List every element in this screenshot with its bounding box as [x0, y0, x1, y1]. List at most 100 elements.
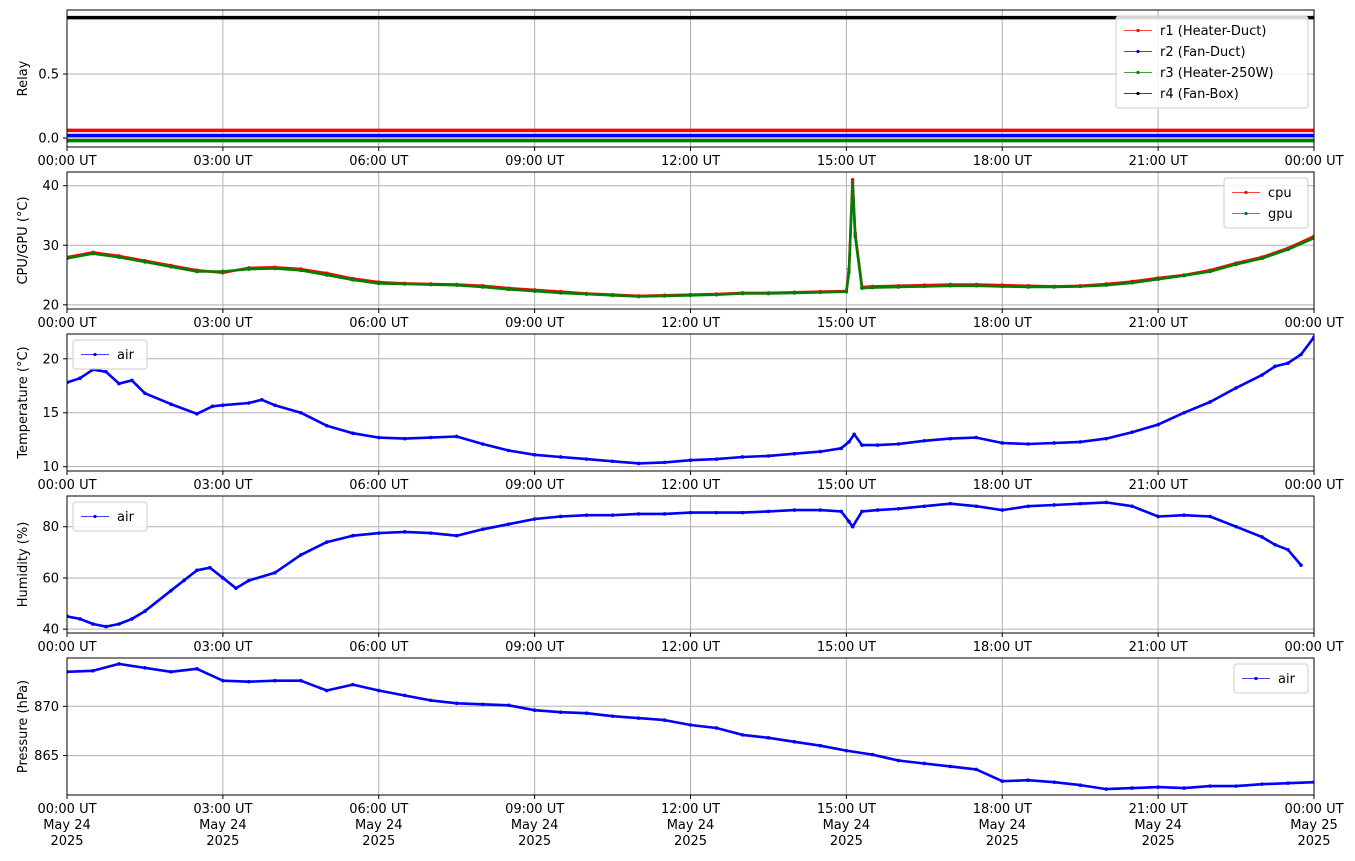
legend-cpu-gpu: cpu gpu: [1223, 177, 1309, 229]
data-point-temperature-0-48: [1104, 436, 1108, 441]
data-point-temperature-0-4: [117, 381, 121, 386]
data-point-pressure-0-16: [480, 702, 485, 707]
data-point-temperature-0-33: [792, 451, 797, 456]
xtick-date-5: May 24: [823, 818, 871, 833]
data-point-cpu-gpu-1-14: [428, 282, 433, 287]
data-point-humidity-0-57: [1286, 547, 1290, 552]
legend-label-temperature-0: air: [117, 348, 135, 363]
data-point-temperature-0-52: [1208, 400, 1212, 404]
data-point-temperature-0-34: [818, 449, 823, 454]
data-point-humidity-0-38: [850, 524, 855, 529]
data-point-pressure-0-41: [1130, 786, 1134, 790]
xtick-label-cpu-gpu-8: 00:00 UT: [1284, 316, 1343, 331]
data-point-humidity-0-46: [1026, 504, 1031, 509]
data-point-temperature-0-47: [1078, 440, 1082, 444]
data-point-cpu-gpu-1-13: [402, 282, 407, 286]
xtick-label-relay-5: 15:00 UT: [817, 154, 876, 169]
legend-pressure: air: [1233, 663, 1309, 694]
data-point-humidity-0-51: [1156, 514, 1160, 519]
ytick-label-cpu-gpu-2: 40: [42, 179, 59, 194]
data-point-humidity-0-2: [91, 622, 95, 626]
legend-label-relay-2: r3 (Heater-250W): [1160, 66, 1274, 81]
data-point-temperature-0-36: [847, 440, 851, 444]
xtick-label-humidity-1: 03:00 UT: [193, 640, 252, 655]
ytick-label-temperature-1: 15: [42, 406, 59, 421]
data-point-temperature-0-11: [247, 401, 251, 405]
xtick-date-3: May 24: [511, 818, 559, 833]
data-point-temperature-0-55: [1273, 364, 1277, 369]
data-point-humidity-0-41: [896, 507, 901, 511]
data-point-cpu-gpu-1-39: [974, 283, 979, 288]
xtick-label-pressure-1: 03:00 UT: [193, 802, 252, 817]
data-point-cpu-gpu-1-7: [247, 267, 251, 271]
data-point-cpu-gpu-1-12: [376, 281, 381, 286]
xtick-label-pressure-2: 06:00 UT: [349, 802, 408, 817]
data-point-cpu-gpu-1-37: [922, 284, 927, 289]
xtick-year-2: 2025: [362, 834, 395, 849]
data-point-humidity-0-48: [1078, 501, 1082, 506]
ylabel-temperature: Temperature (°C): [16, 346, 31, 459]
data-point-cpu-gpu-1-22: [636, 294, 641, 299]
xtick-label-temperature-0: 00:00 UT: [37, 478, 96, 493]
xtick-label-relay-6: 18:00 UT: [973, 154, 1032, 169]
data-point-cpu-gpu-1-20: [584, 292, 589, 296]
ytick-label-temperature-2: 20: [42, 352, 59, 367]
data-point-pressure-0-38: [1052, 780, 1057, 784]
data-point-humidity-0-12: [234, 586, 238, 590]
data-point-humidity-0-53: [1208, 514, 1212, 519]
data-point-pressure-0-43: [1182, 786, 1186, 790]
data-point-cpu-gpu-1-38: [948, 283, 953, 288]
ytick-label-relay-0: 0.0: [38, 132, 59, 147]
data-point-cpu-gpu-1-47: [1182, 273, 1186, 278]
legend-label-relay-3: r4 (Fan-Box): [1160, 87, 1239, 102]
data-point-temperature-0-15: [324, 423, 329, 428]
data-point-humidity-0-24: [532, 517, 537, 521]
legend-marker-cpu-gpu-0: [1244, 190, 1248, 195]
data-point-pressure-0-25: [714, 726, 719, 730]
data-point-temperature-0-38: [860, 443, 864, 447]
data-point-temperature-0-54: [1260, 373, 1264, 377]
data-point-pressure-0-24: [688, 723, 693, 727]
legend-marker-relay-2: [1136, 70, 1140, 75]
data-point-pressure-0-5: [195, 667, 199, 671]
data-point-humidity-0-52: [1182, 513, 1186, 518]
data-point-temperature-0-51: [1182, 410, 1186, 415]
xtick-label-cpu-gpu-6: 18:00 UT: [973, 316, 1032, 331]
legend-box-cpu-gpu: [1223, 177, 1309, 229]
xtick-label-relay-2: 06:00 UT: [349, 154, 408, 169]
xtick-date-1: May 24: [199, 818, 247, 833]
data-point-humidity-0-21: [454, 533, 459, 538]
xtick-label-relay-4: 12:00 UT: [661, 154, 720, 169]
xtick-label-relay-1: 03:00 UT: [193, 154, 252, 169]
data-point-pressure-0-35: [974, 767, 979, 772]
data-point-temperature-0-22: [506, 448, 511, 453]
data-point-humidity-0-15: [299, 553, 303, 557]
xtick-year-6: 2025: [986, 834, 1019, 849]
xtick-label-temperature-1: 03:00 UT: [193, 478, 252, 493]
data-point-temperature-0-40: [896, 442, 901, 446]
data-point-humidity-0-35: [818, 508, 823, 512]
data-point-cpu-gpu-1-18: [532, 289, 537, 293]
data-point-pressure-0-1: [91, 669, 95, 673]
data-point-temperature-0-16: [350, 431, 355, 436]
panel-relay: 0.0 0.5 Relay 00:00 UT 03:00 UT 06:00 UT 09:00…: [16, 9, 1344, 169]
data-point-temperature-0-6: [143, 391, 147, 396]
data-point-humidity-0-5: [130, 617, 134, 621]
data-point-pressure-0-22: [636, 716, 641, 720]
data-point-temperature-0-10: [221, 403, 225, 407]
data-point-temperature-0-41: [922, 438, 927, 443]
data-point-temperature-0-19: [428, 435, 433, 440]
data-point-temperature-0-7: [169, 402, 173, 406]
ytick-label-humidity-1: 60: [42, 571, 59, 586]
data-point-pressure-0-20: [584, 711, 589, 715]
data-point-humidity-0-27: [610, 513, 615, 518]
data-point-pressure-0-28: [792, 739, 797, 744]
data-point-humidity-0-47: [1052, 503, 1057, 507]
xtick-year-5: 2025: [830, 834, 863, 849]
data-point-temperature-0-50: [1156, 422, 1160, 427]
xtick-label-humidity-5: 15:00 UT: [817, 640, 876, 655]
legend-marker-pressure-0: [1254, 676, 1258, 681]
data-point-pressure-0-32: [896, 758, 901, 763]
xtick-label-humidity-7: 21:00 UT: [1129, 640, 1188, 655]
data-point-temperature-0-23: [532, 453, 537, 457]
